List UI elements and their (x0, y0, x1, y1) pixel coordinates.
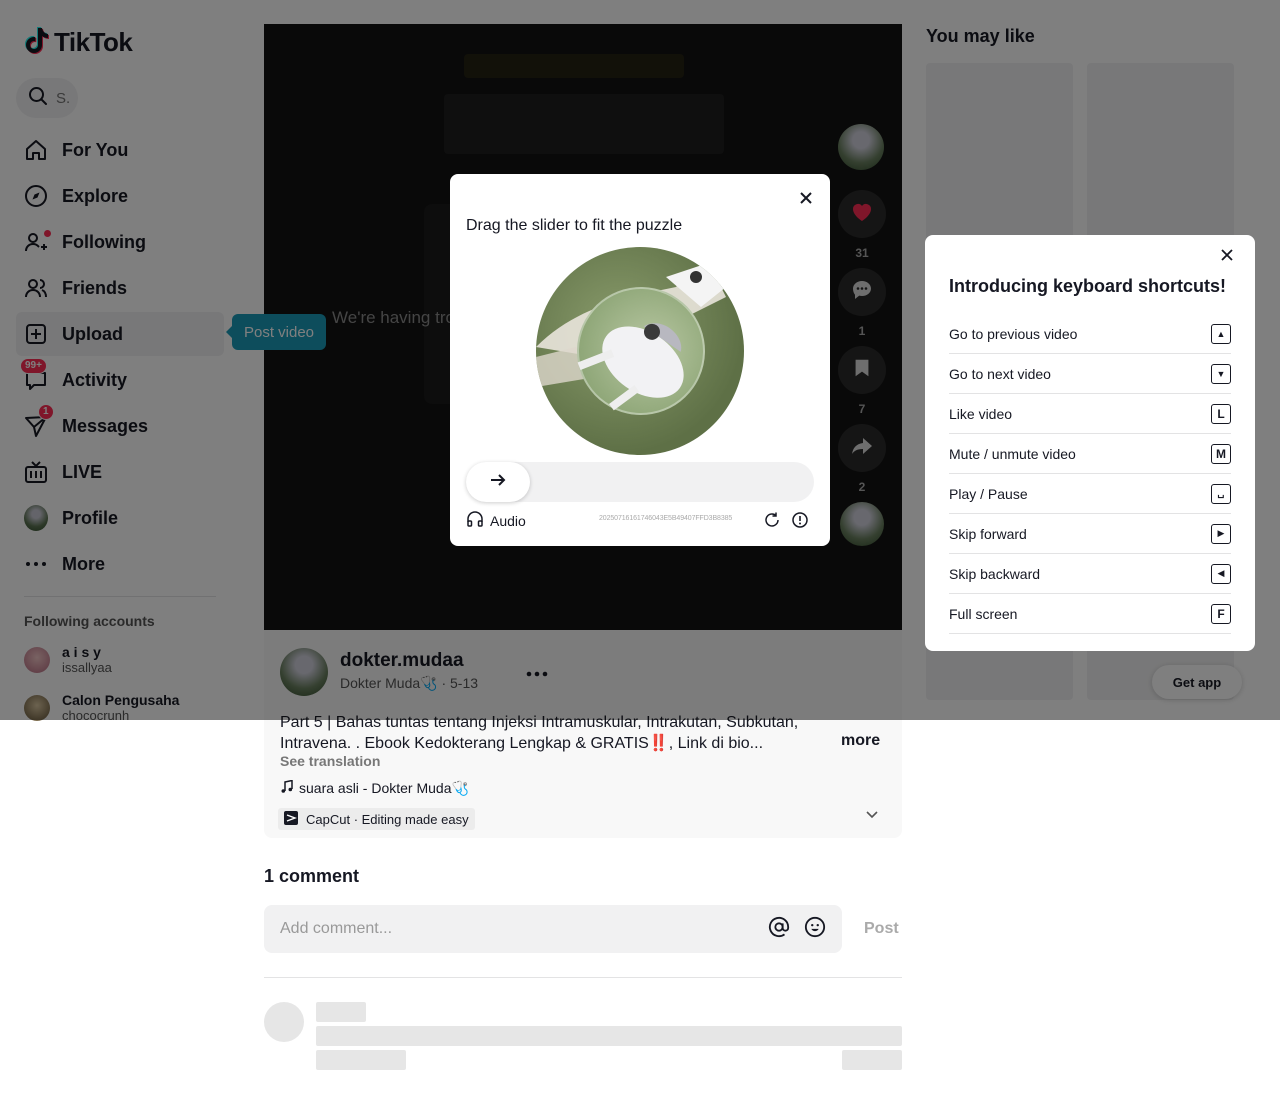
shortcut-row: Like video L (949, 394, 1231, 434)
refresh-icon[interactable] (763, 511, 781, 534)
post-comment-button[interactable]: Post (864, 920, 899, 938)
shortcut-label: Skip backward (949, 565, 1041, 582)
captcha-puzzle-image (536, 247, 744, 455)
shortcut-row: Play / Pause ␣ (949, 474, 1231, 514)
captcha-dialog: Drag the slider to fit the puzzle Audio … (450, 174, 830, 546)
headphones-icon (466, 510, 484, 531)
key-left-icon: ◀ (1211, 563, 1231, 584)
shortcut-label: Mute / unmute video (949, 445, 1076, 462)
shortcut-row: Go to previous video ▲ (949, 314, 1231, 354)
shortcut-label: Go to previous video (949, 325, 1078, 342)
audio-label: Audio (490, 512, 526, 529)
arrow-right-icon (488, 470, 508, 495)
key-right-icon: ▶ (1211, 523, 1231, 544)
capcut-anchor[interactable]: CapCut · Editing made easy (278, 808, 475, 830)
comment-box[interactable] (264, 905, 842, 953)
shortcut-row: Mute / unmute video M (949, 434, 1231, 474)
captcha-title: Drag the slider to fit the puzzle (466, 217, 683, 234)
key-m-icon: M (1211, 443, 1231, 464)
music-title: suara asli - Dokter Muda🩺 (299, 780, 469, 796)
key-l-icon: L (1211, 403, 1231, 424)
capcut-label: CapCut · Editing made easy (306, 811, 469, 827)
close-icon[interactable] (1219, 247, 1235, 268)
shortcuts-list: Go to previous video ▲ Go to next video ▼ … (949, 314, 1231, 634)
comment-skeleton-line (316, 1026, 902, 1046)
capcut-icon (284, 810, 298, 828)
shortcut-label: Play / Pause (949, 485, 1028, 502)
key-space-icon: ␣ (1211, 483, 1231, 504)
music-link[interactable]: suara asli - Dokter Muda🩺 (280, 779, 469, 797)
shortcut-row: Full screen F (949, 594, 1231, 634)
close-icon[interactable] (798, 190, 814, 211)
shortcut-row: Skip backward ◀ (949, 554, 1231, 594)
keyboard-shortcuts-panel: Introducing keyboard shortcuts! Go to pr… (925, 235, 1255, 651)
key-down-icon: ▼ (1211, 363, 1231, 384)
info-icon[interactable] (791, 511, 809, 534)
captcha-id: 20250716161746043E5B49407FFD3B8385 (599, 515, 733, 522)
shortcut-label: Like video (949, 405, 1013, 422)
key-f-icon: F (1211, 603, 1231, 624)
captcha-slider-track (466, 462, 814, 502)
shortcut-label: Skip forward (949, 525, 1027, 542)
captcha-slider-handle[interactable] (466, 462, 530, 502)
comment-skeleton-line (316, 1002, 366, 1022)
audio-captcha-button[interactable]: Audio (466, 510, 526, 531)
comment-skeleton-line (316, 1050, 406, 1070)
chevron-down-icon[interactable] (864, 806, 880, 827)
comments-divider (264, 977, 902, 978)
shortcut-label: Full screen (949, 605, 1018, 622)
see-translation-link[interactable]: See translation (280, 753, 380, 769)
comment-input[interactable] (280, 920, 768, 938)
music-note-icon (280, 779, 294, 797)
more-link[interactable]: more (841, 732, 880, 750)
key-up-icon: ▲ (1211, 323, 1231, 344)
comment-count-title: 1 comment (264, 866, 360, 886)
mention-icon[interactable] (768, 916, 790, 943)
shortcut-row: Go to next video ▼ (949, 354, 1231, 394)
shortcut-row: Skip forward ▶ (949, 514, 1231, 554)
shortcut-label: Go to next video (949, 365, 1051, 382)
emoji-icon[interactable] (804, 916, 826, 943)
comment-skeleton-avatar (264, 1002, 304, 1042)
shortcuts-title: Introducing keyboard shortcuts! (949, 276, 1227, 296)
comment-skeleton-line (842, 1050, 902, 1070)
